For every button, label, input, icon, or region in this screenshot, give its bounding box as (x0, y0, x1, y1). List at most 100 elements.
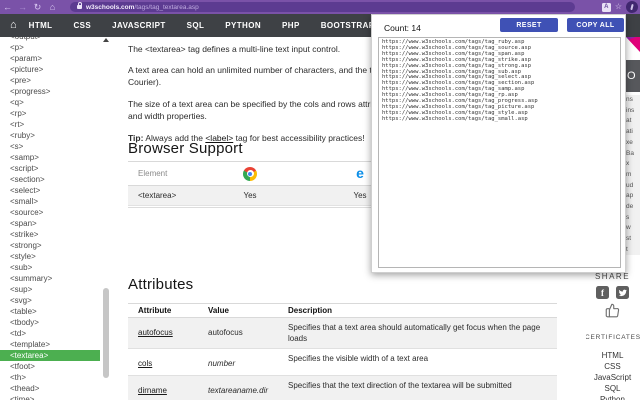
certificates-list: HTML CSS JavaScript SQL Python (585, 350, 640, 400)
sidebar-item[interactable]: <source> (0, 207, 100, 218)
attribute-link[interactable]: cols (138, 359, 152, 368)
attribute-link[interactable]: dirname (138, 386, 167, 395)
attribute-description: Specifies that a text area should automa… (288, 323, 541, 343)
text-fragment: ns (626, 96, 633, 103)
sidebar-item[interactable]: <strike> (0, 229, 100, 240)
sidebar-item[interactable]: <th> (0, 372, 100, 383)
home-icon[interactable]: ⌂ (45, 0, 60, 14)
twitter-icon[interactable] (616, 286, 629, 299)
nav-item[interactable]: PYTHON (225, 14, 261, 37)
thumbs-up-icon[interactable] (585, 303, 640, 318)
tip-text-post: tag for best accessibility practices! (233, 133, 365, 143)
certificate-link[interactable]: JavaScript (585, 372, 640, 383)
site-home-icon[interactable]: ⌂ (10, 14, 17, 37)
p3-line2: and width properties. (128, 111, 207, 121)
text-fragment: ud (626, 181, 634, 189)
text-fragment: ins (626, 106, 635, 114)
sidebar-item[interactable]: <strong> (0, 240, 100, 251)
sidebar-item[interactable]: <thead> (0, 383, 100, 394)
extension-popup: Count: 14 RESET COPY ALL https://www.w3s… (371, 14, 626, 273)
attribute-link[interactable]: autofocus (138, 328, 173, 337)
sidebar-item[interactable]: <rp> (0, 108, 100, 119)
certificate-link[interactable]: CSS (585, 361, 640, 372)
element-cell: <textarea> (138, 191, 177, 200)
table-row: cols number Specifies the visible width … (128, 349, 557, 376)
nav-item[interactable]: JAVASCRIPT (112, 14, 166, 37)
nav-item[interactable]: CSS (73, 14, 91, 37)
url-line: https://www.w3schools.com/tags/tag_small… (382, 115, 528, 122)
certificate-link[interactable]: Python (585, 394, 640, 400)
sidebar-item[interactable]: <section> (0, 174, 100, 185)
value-col-header: Value (208, 306, 229, 315)
url-path: /tags/tag_textarea.asp (134, 3, 199, 11)
sidebar-item[interactable]: <time> (0, 394, 100, 400)
bookmark-star-icon[interactable]: ☆ (615, 0, 622, 14)
sidebar-item[interactable]: <progress> (0, 86, 100, 97)
nav-item[interactable]: BOOTSTRAP (321, 14, 375, 37)
attribute-description: Specifies that the text direction of the… (288, 381, 512, 390)
howto-box-text: O (627, 70, 636, 82)
reload-icon[interactable]: ↻ (30, 0, 45, 14)
forward-icon[interactable]: → (15, 0, 30, 14)
nav-item[interactable]: SQL (187, 14, 205, 37)
sidebar-item[interactable]: <tbody> (0, 317, 100, 328)
text-fragment: x (626, 160, 630, 168)
url-list-textarea[interactable]: https://www.w3schools.com/tags/tag_ruby.… (378, 37, 621, 268)
sidebar-item[interactable]: <small> (0, 196, 100, 207)
sidebar-item[interactable]: <s> (0, 141, 100, 152)
screen: ← → ↻ ⌂ w3schools.com /tags/tag_textarea… (0, 0, 640, 400)
sidebar-item[interactable]: <rt> (0, 119, 100, 130)
text-fragment: st (626, 235, 632, 243)
nav-item[interactable]: PHP (282, 14, 300, 37)
sidebar-item[interactable]: <select> (0, 185, 100, 196)
address-bar[interactable]: w3schools.com /tags/tag_textarea.asp (70, 2, 575, 12)
sidebar-item[interactable]: <template> (0, 339, 100, 350)
back-icon[interactable]: ← (0, 0, 15, 14)
sidebar-item[interactable]: <script> (0, 163, 100, 174)
sidebar-item[interactable]: <span> (0, 218, 100, 229)
sidebar-item[interactable]: <ruby> (0, 130, 100, 141)
attributes-header-row: Attribute Value Description (128, 303, 557, 318)
browser-toolbar: ← → ↻ ⌂ w3schools.com /tags/tag_textarea… (0, 0, 640, 14)
sidebar-item[interactable]: <sup> (0, 284, 100, 295)
extension-icon[interactable] (626, 1, 638, 13)
sidebar-item[interactable]: <td> (0, 328, 100, 339)
sidebar-scrollbar-thumb[interactable] (103, 288, 109, 378)
sidebar-item[interactable]: <svg> (0, 295, 100, 306)
sidebar-item[interactable]: <samp> (0, 152, 100, 163)
text-fragment: Ba (626, 149, 634, 157)
sidebar-item[interactable]: <q> (0, 97, 100, 108)
browser-support-heading: Browser Support (128, 140, 243, 157)
sidebar-item[interactable]: <tfoot> (0, 361, 100, 372)
copy-all-button[interactable]: COPY ALL (567, 18, 624, 32)
attributes-table: Attribute Value Description autofocus au… (128, 303, 557, 400)
certificate-link[interactable]: HTML (585, 350, 640, 361)
sidebar-item[interactable]: <table> (0, 306, 100, 317)
text-fragment: ap (626, 192, 634, 200)
sidebar-item[interactable]: <p> (0, 42, 100, 53)
text-fragment: ati (626, 128, 633, 136)
certificates-heading: CERTIFICATES (585, 334, 640, 341)
nav-item[interactable]: HTML (29, 14, 53, 37)
translate-icon[interactable]: A (601, 2, 611, 12)
lock-icon (77, 2, 82, 9)
sidebar-item[interactable]: <textarea> (0, 350, 100, 361)
twitter-bird-icon (618, 289, 627, 297)
sidebar-item[interactable]: <picture> (0, 64, 100, 75)
scroll-up-arrow-icon[interactable] (103, 38, 109, 42)
attribute-value: autofocus (208, 328, 243, 337)
sidebar-item[interactable]: <pre> (0, 75, 100, 86)
attributes-rows: autofocus autofocus Specifies that a tex… (128, 318, 557, 400)
text-fragment: w (626, 224, 631, 232)
sidebar-item[interactable]: <sub> (0, 262, 100, 273)
sidebar-item[interactable]: <summary> (0, 273, 100, 284)
sidebar-item[interactable]: <style> (0, 251, 100, 262)
text-fragment: m (626, 170, 632, 178)
sidebar-item[interactable]: <param> (0, 53, 100, 64)
reset-button[interactable]: RESET (500, 18, 558, 32)
certificate-link[interactable]: SQL (585, 383, 640, 394)
text-fragment: de (626, 203, 634, 211)
facebook-icon[interactable]: f (596, 286, 609, 299)
chrome-icon (243, 166, 257, 181)
text-fragment: at (626, 117, 632, 125)
